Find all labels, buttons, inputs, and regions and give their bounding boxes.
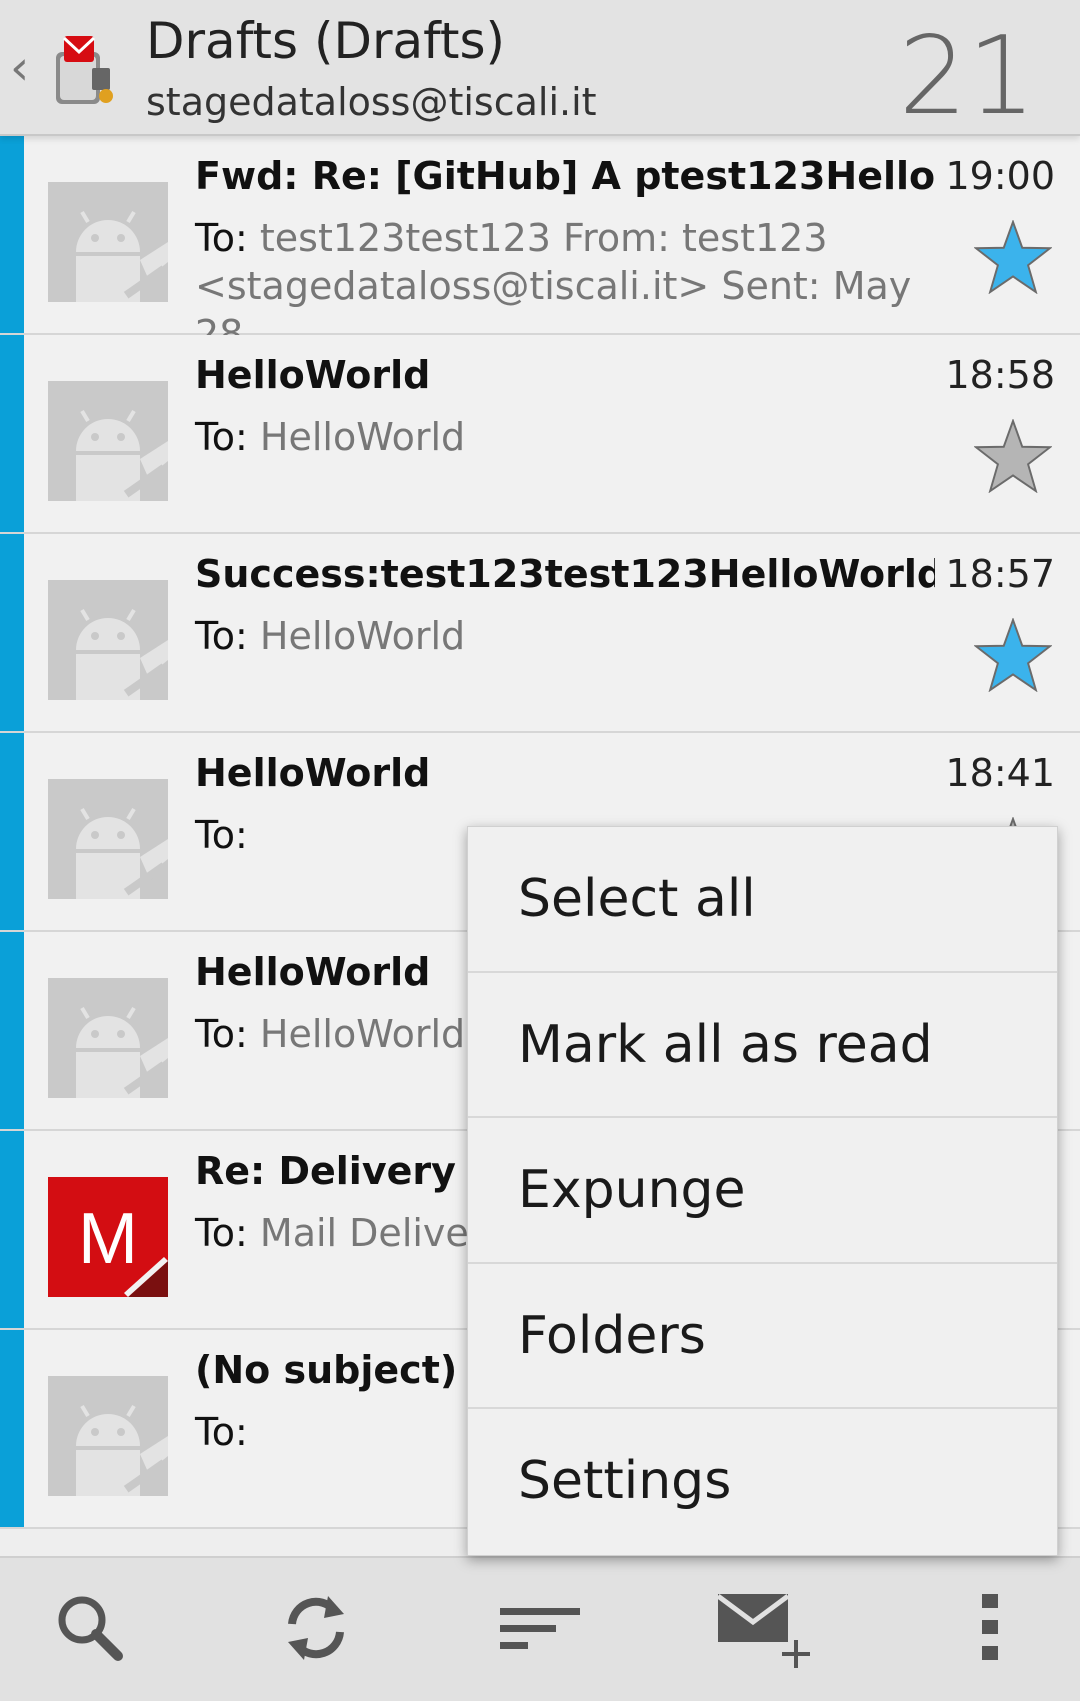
overflow-menu: Select all Mark all as read Expunge Folders…	[467, 826, 1058, 1556]
message-subject: HelloWorld	[195, 751, 431, 795]
message-subject: HelloWorld	[195, 353, 431, 397]
menu-item-expunge[interactable]: Expunge	[468, 1118, 1057, 1264]
message-count: 21	[898, 14, 1036, 139]
to-label: To:	[195, 1012, 248, 1056]
menu-item-select-all[interactable]: Select all	[468, 827, 1057, 973]
message-row[interactable]: Fwd: Re: [GitHub] A ptest123HelloWor.. 1…	[0, 136, 1080, 356]
star-icon[interactable]	[974, 220, 1052, 294]
message-preview: To: HelloWorld	[195, 413, 955, 461]
action-bar: ‹ Drafts (Drafts) stagedataloss@tiscali.…	[0, 0, 1080, 139]
letter-avatar-icon: M	[48, 1177, 168, 1297]
bottom-toolbar	[0, 1556, 1080, 1701]
to-label: To:	[195, 1211, 248, 1255]
to-label: To:	[195, 1410, 248, 1454]
unread-indicator	[0, 534, 24, 731]
android-avatar-icon	[48, 182, 168, 302]
message-row[interactable]: HelloWorld 18:58 To: HelloWorld	[0, 335, 1080, 534]
android-avatar-icon	[48, 381, 168, 501]
star-icon[interactable]	[974, 419, 1052, 493]
chevron-left-icon[interactable]: ‹	[10, 40, 29, 96]
to-label: To:	[195, 415, 248, 459]
star-icon[interactable]	[974, 618, 1052, 692]
menu-item-settings[interactable]: Settings	[468, 1409, 1057, 1555]
message-time: 18:57	[945, 552, 1055, 596]
compose-icon[interactable]	[718, 1588, 814, 1668]
message-subject: Fwd: Re: [GitHub] A ptest123HelloWor..	[195, 154, 935, 198]
android-avatar-icon	[48, 978, 168, 1098]
folder-title: Drafts (Drafts)	[146, 12, 506, 70]
message-subject: Success:test123test123HelloWorld	[195, 552, 935, 596]
svg-text:M: M	[78, 1199, 138, 1279]
search-icon[interactable]	[50, 1588, 130, 1668]
account-email: stagedataloss@tiscali.it	[146, 80, 597, 124]
message-preview: To: HelloWorld	[195, 612, 955, 660]
unread-indicator	[0, 1131, 24, 1328]
preview-text: HelloWorld	[259, 614, 466, 658]
message-row[interactable]: Success:test123test123HelloWorld 18:57 T…	[0, 534, 1080, 733]
android-avatar-icon	[48, 580, 168, 700]
to-label: To:	[195, 216, 248, 260]
app-logo-icon[interactable]	[46, 22, 126, 112]
android-avatar-icon	[48, 779, 168, 899]
preview-text: HelloWorld	[259, 415, 466, 459]
unread-indicator	[0, 1330, 24, 1527]
android-avatar-icon	[48, 1376, 168, 1496]
sort-icon[interactable]	[500, 1588, 580, 1668]
menu-item-folders[interactable]: Folders	[468, 1264, 1057, 1410]
overflow-menu-icon[interactable]	[960, 1588, 1020, 1668]
unread-indicator	[0, 335, 24, 532]
menu-item-mark-all-as-read[interactable]: Mark all as read	[468, 973, 1057, 1119]
refresh-icon[interactable]	[276, 1588, 356, 1668]
to-label: To:	[195, 614, 248, 658]
to-label: To:	[195, 813, 248, 857]
message-time: 18:41	[945, 751, 1055, 795]
message-time: 19:00	[945, 154, 1055, 198]
preview-text: HelloWorld	[259, 1012, 466, 1056]
unread-indicator	[0, 733, 24, 930]
message-time: 18:58	[945, 353, 1055, 397]
unread-indicator	[0, 932, 24, 1129]
unread-indicator	[0, 136, 24, 333]
